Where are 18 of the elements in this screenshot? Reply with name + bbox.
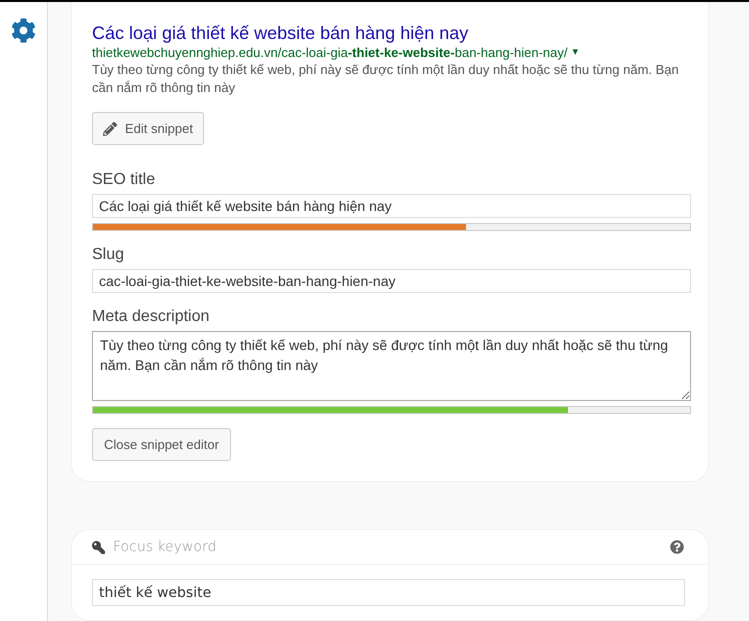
pencil-icon <box>103 122 117 136</box>
snippet-description: Tùy theo từng công ty thiết kế web, phí này sẽ được tính một lần duy nhất hoặc sẽ thu từng năm. Bạn cần nắm rõ thông tin này <box>92 61 680 97</box>
close-snippet-editor-button[interactable]: Close snippet editor <box>92 428 231 461</box>
field-label: SEO title <box>92 170 156 189</box>
help-icon[interactable] <box>670 540 684 554</box>
field-label: Slug <box>92 245 126 264</box>
focus-keyword-field[interactable]: thiết kế website <box>92 579 685 606</box>
edit-snippet-button[interactable]: Edit snippet <box>92 112 204 145</box>
field-label: Meta description <box>92 307 210 326</box>
snippet-url: thietkewebchuyennghiep.edu.vn/cac-loai-gia-thiet-ke-website-ban-hang-hien-nay/ <box>92 44 568 61</box>
meta-description-field[interactable]: Tùy theo từng công ty thiết kế web, phí này sẽ được tính một lần duy nhất hoặc sẽ thu từng năm. Bạn cần nắm rõ thông tin này <box>92 331 691 401</box>
snippet-title[interactable]: Các loại giá thiết kế website bán hàng hiện nay <box>92 22 689 44</box>
caret-icon[interactable]: ▾ <box>572 44 578 61</box>
text-field[interactable]: cac-loai-gia-thiet-ke-website-ban-hang-hien-nay <box>92 269 691 293</box>
settings-icon[interactable] <box>11 18 36 43</box>
key-icon <box>92 540 105 554</box>
focus-keyword-label: Focus keyword <box>113 538 216 556</box>
text-field[interactable]: Các loại giá thiết kế website bán hàng hiện nay <box>92 194 691 218</box>
